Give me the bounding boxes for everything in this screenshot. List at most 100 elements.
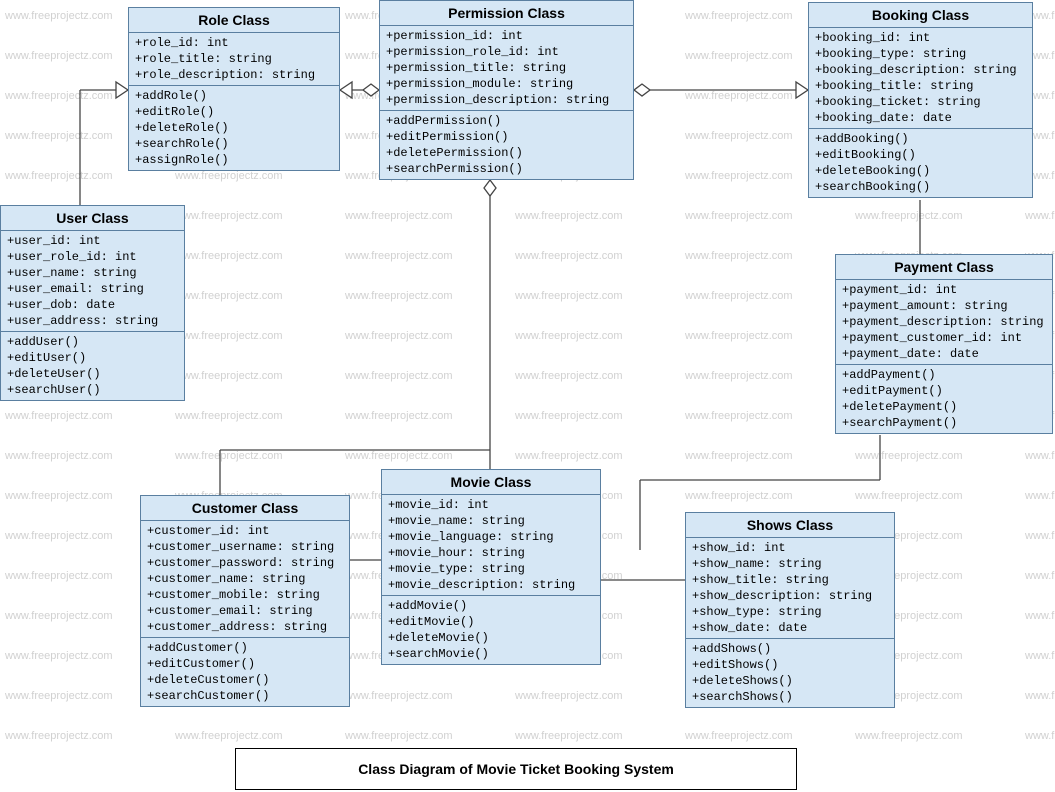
watermark-text: www.freeprojectz.com (5, 130, 113, 142)
watermark-text: www.freeprojectz.com (685, 730, 793, 742)
watermark-text: www.freeprojectz.com (345, 250, 453, 262)
class-title: Booking Class (809, 3, 1032, 28)
class-title: Movie Class (382, 470, 600, 495)
class-ops: +addBooking()+editBooking()+deleteBookin… (809, 129, 1032, 197)
class-attrs: +payment_id: int+payment_amount: string+… (836, 280, 1052, 365)
diagram-caption: Class Diagram of Movie Ticket Booking Sy… (235, 748, 797, 790)
watermark-text: www.freeprojectz.com (5, 610, 113, 622)
watermark-text: www.freeprojectz.com (5, 650, 113, 662)
class-customer: Customer Class +customer_id: int+custome… (140, 495, 350, 707)
watermark-text: www.freeprojectz.com (175, 370, 283, 382)
watermark-text: www.freeprojectz.com (685, 210, 793, 222)
watermark-text: www.freeprojectz.com (515, 330, 623, 342)
watermark-text: www.freeprojectz.com (1025, 730, 1055, 742)
class-attrs: +user_id: int+user_role_id: int+user_nam… (1, 231, 184, 332)
watermark-text: www.freeprojectz.com (175, 410, 283, 422)
watermark-text: www.freeprojectz.com (685, 490, 793, 502)
class-attrs: +booking_id: int+booking_type: string+bo… (809, 28, 1032, 129)
watermark-text: www.freeprojectz.com (175, 210, 283, 222)
watermark-text: www.freeprojectz.com (345, 730, 453, 742)
class-attrs: +customer_id: int+customer_username: str… (141, 521, 349, 638)
watermark-text: www.freeprojectz.com (1025, 650, 1055, 662)
watermark-text: www.freeprojectz.com (855, 450, 963, 462)
class-role: Role Class +role_id: int+role_title: str… (128, 7, 340, 171)
watermark-text: www.freeprojectz.com (345, 410, 453, 422)
watermark-text: www.freeprojectz.com (685, 450, 793, 462)
watermark-text: www.freeprojectz.com (855, 730, 963, 742)
watermark-text: www.freeprojectz.com (175, 170, 283, 182)
watermark-text: www.freeprojectz.com (5, 490, 113, 502)
watermark-text: www.freeprojectz.com (175, 330, 283, 342)
class-shows: Shows Class +show_id: int+show_name: str… (685, 512, 895, 708)
watermark-text: www.freeprojectz.com (1025, 490, 1055, 502)
watermark-text: www.freeprojectz.com (515, 250, 623, 262)
class-movie: Movie Class +movie_id: int+movie_name: s… (381, 469, 601, 665)
watermark-text: www.freeprojectz.com (855, 210, 963, 222)
watermark-text: www.freeprojectz.com (345, 290, 453, 302)
watermark-text: www.freeprojectz.com (685, 290, 793, 302)
watermark-text: www.freeprojectz.com (685, 410, 793, 422)
class-ops: +addCustomer()+editCustomer()+deleteCust… (141, 638, 349, 706)
watermark-text: www.freeprojectz.com (1025, 570, 1055, 582)
watermark-text: www.freeprojectz.com (685, 370, 793, 382)
class-ops: +addPermission()+editPermission()+delete… (380, 111, 633, 179)
class-attrs: +permission_id: int+permission_role_id: … (380, 26, 633, 111)
watermark-text: www.freeprojectz.com (685, 250, 793, 262)
watermark-text: www.freeprojectz.com (175, 250, 283, 262)
class-title: Customer Class (141, 496, 349, 521)
class-attrs: +movie_id: int+movie_name: string+movie_… (382, 495, 600, 596)
class-ops: +addShows()+editShows()+deleteShows()+se… (686, 639, 894, 707)
class-attrs: +show_id: int+show_name: string+show_tit… (686, 538, 894, 639)
watermark-text: www.freeprojectz.com (515, 370, 623, 382)
watermark-text: www.freeprojectz.com (5, 410, 113, 422)
watermark-text: www.freeprojectz.com (5, 90, 113, 102)
watermark-text: www.freeprojectz.com (345, 370, 453, 382)
class-ops: +addMovie()+editMovie()+deleteMovie()+se… (382, 596, 600, 664)
watermark-text: www.freeprojectz.com (685, 10, 793, 22)
watermark-text: www.freeprojectz.com (345, 690, 453, 702)
watermark-text: www.freeprojectz.com (1025, 610, 1055, 622)
watermark-text: www.freeprojectz.com (685, 50, 793, 62)
watermark-text: www.freeprojectz.com (685, 90, 793, 102)
class-attrs: +role_id: int+role_title: string+role_de… (129, 33, 339, 86)
class-title: Role Class (129, 8, 339, 33)
watermark-text: www.freeprojectz.com (1025, 690, 1055, 702)
class-title: Shows Class (686, 513, 894, 538)
watermark-text: www.freeprojectz.com (515, 450, 623, 462)
class-title: Payment Class (836, 255, 1052, 280)
watermark-text: www.freeprojectz.com (345, 450, 453, 462)
watermark-text: www.freeprojectz.com (5, 570, 113, 582)
watermark-text: www.freeprojectz.com (515, 410, 623, 422)
watermark-text: www.freeprojectz.com (5, 10, 113, 22)
watermark-text: www.freeprojectz.com (5, 450, 113, 462)
class-permission: Permission Class +permission_id: int+per… (379, 0, 634, 180)
watermark-text: www.freeprojectz.com (515, 290, 623, 302)
class-user: User Class +user_id: int+user_role_id: i… (0, 205, 185, 401)
watermark-text: www.freeprojectz.com (685, 130, 793, 142)
watermark-text: www.freeprojectz.com (5, 730, 113, 742)
watermark-text: www.freeprojectz.com (685, 330, 793, 342)
watermark-text: www.freeprojectz.com (1025, 530, 1055, 542)
watermark-text: www.freeprojectz.com (515, 730, 623, 742)
class-ops: +addPayment()+editPayment()+deletePaymen… (836, 365, 1052, 433)
class-ops: +addRole()+editRole()+deleteRole()+searc… (129, 86, 339, 170)
class-ops: +addUser()+editUser()+deleteUser()+searc… (1, 332, 184, 400)
watermark-text: www.freeprojectz.com (515, 690, 623, 702)
class-title: Permission Class (380, 1, 633, 26)
watermark-text: www.freeprojectz.com (345, 330, 453, 342)
watermark-text: www.freeprojectz.com (855, 490, 963, 502)
watermark-text: www.freeprojectz.com (685, 170, 793, 182)
watermark-text: www.freeprojectz.com (515, 210, 623, 222)
class-payment: Payment Class +payment_id: int+payment_a… (835, 254, 1053, 434)
watermark-text: www.freeprojectz.com (175, 290, 283, 302)
watermark-text: www.freeprojectz.com (5, 170, 113, 182)
watermark-text: www.freeprojectz.com (175, 730, 283, 742)
class-title: User Class (1, 206, 184, 231)
watermark-text: www.freeprojectz.com (345, 210, 453, 222)
watermark-text: www.freeprojectz.com (1025, 210, 1055, 222)
watermark-text: www.freeprojectz.com (175, 450, 283, 462)
watermark-text: www.freeprojectz.com (5, 530, 113, 542)
watermark-text: www.freeprojectz.com (1025, 450, 1055, 462)
watermark-text: www.freeprojectz.com (5, 690, 113, 702)
watermark-text: www.freeprojectz.com (5, 50, 113, 62)
